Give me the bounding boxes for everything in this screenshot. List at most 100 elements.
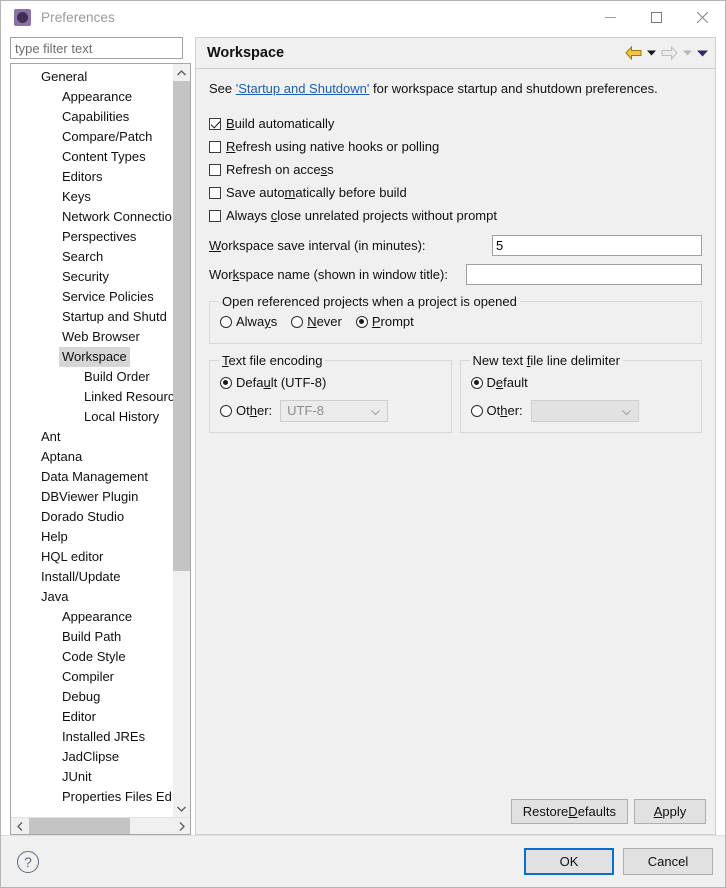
- open-referenced-option-never[interactable]: Never: [291, 310, 342, 333]
- tree-scroll-thumb[interactable]: [173, 81, 190, 571]
- tree-item-search[interactable]: Search: [11, 247, 173, 267]
- tree-item-label: Web Browser: [62, 329, 140, 344]
- tree-item-startup-and-shutd[interactable]: Startup and Shutd: [11, 307, 173, 327]
- scroll-down-icon[interactable]: [173, 800, 190, 817]
- encoding-default-radio[interactable]: Default (UTF-8): [220, 371, 441, 394]
- workspace-save-interval-label: Workspace save interval (in minutes):: [209, 238, 426, 253]
- tree-item-label: JUnit: [62, 769, 92, 784]
- scroll-up-icon[interactable]: [173, 64, 190, 81]
- checkbox-group: Build automatically Refresh using native …: [209, 112, 702, 227]
- encoding-combo[interactable]: UTF-8: [280, 399, 389, 422]
- tree-item-local-history[interactable]: Local History: [11, 407, 173, 427]
- tree-item-install-update[interactable]: Install/Update: [11, 567, 173, 587]
- tree-item-code-style[interactable]: Code Style: [11, 647, 173, 667]
- tree-item-jadclipse[interactable]: JadClipse: [11, 747, 173, 767]
- tree-item-label: Java: [41, 589, 69, 604]
- tree-vertical-scrollbar[interactable]: [173, 64, 190, 817]
- preferences-dialog: Preferences General Appearance Capabilitie…: [0, 0, 726, 888]
- apply-button[interactable]: Apply: [634, 799, 706, 824]
- tree-item-properties-files-ed[interactable]: Properties Files Ed: [11, 787, 173, 807]
- startup-shutdown-link[interactable]: 'Startup and Shutdown': [236, 81, 370, 96]
- open-referenced-option-always[interactable]: Always: [220, 310, 277, 333]
- scroll-right-icon[interactable]: [173, 818, 190, 834]
- tree-item-compiler[interactable]: Compiler: [11, 667, 173, 687]
- tree-item-service-policies[interactable]: Service Policies: [11, 287, 173, 307]
- tree-item-label: Appearance: [62, 609, 133, 624]
- checkbox-refresh-using-native-hooks-or-polling[interactable]: Refresh using native hooks or polling: [209, 135, 702, 158]
- radio-indicator: [355, 315, 368, 328]
- page-menu-chevron-down-icon[interactable]: [697, 50, 708, 57]
- tree-item-security[interactable]: Security: [11, 267, 173, 287]
- tree-item-capabilities[interactable]: Capabilities: [11, 107, 173, 127]
- radio-indicator: [291, 315, 304, 328]
- tree-item-perspectives[interactable]: Perspectives: [11, 227, 173, 247]
- tree-item-data-management[interactable]: Data Management: [11, 467, 173, 487]
- tree-item-build-order[interactable]: Build Order: [11, 367, 173, 387]
- delimiter-combo[interactable]: [530, 399, 639, 422]
- tree-item-label: Editor: [62, 709, 96, 724]
- tree-item-junit[interactable]: JUnit: [11, 767, 173, 787]
- restore-defaults-button[interactable]: Restore Defaults: [510, 799, 628, 824]
- tree-item-installed-jres[interactable]: Installed JREs: [11, 727, 173, 747]
- checkbox-always-close-unrelated-projects-without-prompt[interactable]: Always close unrelated projects without …: [209, 204, 702, 227]
- preference-page: Workspace See 'Startup and Shutdown' for…: [195, 37, 716, 835]
- text-file-encoding-group: Text file encoding Default (UTF-8) Other…: [209, 353, 452, 433]
- tree-item-content-types[interactable]: Content Types: [11, 147, 173, 167]
- tree-item-dorado-studio[interactable]: Dorado Studio: [11, 507, 173, 527]
- tree-item-java[interactable]: Java: [11, 587, 173, 607]
- maximize-icon[interactable]: [633, 1, 679, 34]
- checkbox-refresh-on-access[interactable]: Refresh on access: [209, 158, 702, 181]
- minimize-icon[interactable]: [587, 1, 633, 34]
- encoding-default-label: Default (UTF-8): [236, 375, 327, 390]
- encoding-combo-value: UTF-8: [287, 403, 324, 418]
- tree-item-workspace[interactable]: Workspace: [11, 347, 173, 367]
- encoding-other-radio[interactable]: Other: UTF-8: [220, 399, 441, 422]
- tree-item-aptana[interactable]: Aptana: [11, 447, 173, 467]
- tree-item-debug[interactable]: Debug: [11, 687, 173, 707]
- tree-item-appearance[interactable]: Appearance: [11, 607, 173, 627]
- checkbox-indicator: [209, 186, 221, 199]
- ok-button[interactable]: OK: [524, 848, 614, 875]
- encoding-other-label: Other:: [236, 403, 273, 418]
- tree-item-web-browser[interactable]: Web Browser: [11, 327, 173, 347]
- tree-item-general[interactable]: General: [11, 67, 173, 87]
- workspace-save-interval-input[interactable]: [492, 235, 702, 256]
- tree-hscroll-thumb[interactable]: [29, 818, 130, 834]
- help-question-icon[interactable]: ?: [17, 850, 39, 873]
- tree-item-appearance[interactable]: Appearance: [11, 87, 173, 107]
- tree-item-help[interactable]: Help: [11, 527, 173, 547]
- checkbox-label: Save automatically before build: [226, 185, 407, 200]
- tree-item-label: Ant: [41, 429, 61, 444]
- checkbox-build-automatically[interactable]: Build automatically: [209, 112, 702, 135]
- tree-horizontal-scrollbar[interactable]: [11, 817, 190, 834]
- delimiter-other-radio[interactable]: Other:: [470, 399, 692, 422]
- checkbox-save-automatically-before-build[interactable]: Save automatically before build: [209, 181, 702, 204]
- tree-item-ant[interactable]: Ant: [11, 427, 173, 447]
- tree-item-network-connectio[interactable]: Network Connectio: [11, 207, 173, 227]
- tree-item-linked-resourc[interactable]: Linked Resourc: [11, 387, 173, 407]
- tree-item-compare-patch[interactable]: Compare/Patch: [11, 127, 173, 147]
- tree-item-label: General: [41, 69, 88, 84]
- page-navigation: [620, 46, 708, 60]
- back-arrow-icon[interactable]: [625, 46, 642, 60]
- open-referenced-legend: Open referenced projects when a project …: [219, 294, 520, 309]
- delimiter-default-radio[interactable]: Default: [470, 371, 692, 394]
- back-history-chevron-down-icon[interactable]: [647, 50, 656, 56]
- tree-item-editor[interactable]: Editor: [11, 707, 173, 727]
- cancel-button[interactable]: Cancel: [623, 848, 713, 875]
- workspace-name-input[interactable]: [466, 264, 702, 285]
- page-footer: Restore Defaults Apply: [196, 799, 715, 834]
- tree-item-build-path[interactable]: Build Path: [11, 627, 173, 647]
- tree-item-label: Install/Update: [41, 569, 121, 584]
- tree-item-label: Linked Resourc: [84, 389, 173, 404]
- tree-item-editors[interactable]: Editors: [11, 167, 173, 187]
- radio-label: Never: [307, 314, 342, 329]
- tree-item-dbviewer-plugin[interactable]: DBViewer Plugin: [11, 487, 173, 507]
- tree-item-keys[interactable]: Keys: [11, 187, 173, 207]
- scroll-left-icon[interactable]: [11, 818, 28, 834]
- close-icon[interactable]: [679, 1, 725, 34]
- search-input[interactable]: [10, 37, 183, 59]
- preferences-gear-icon: [14, 9, 31, 26]
- open-referenced-option-prompt[interactable]: Prompt: [355, 310, 414, 333]
- tree-item-hql-editor[interactable]: HQL editor: [11, 547, 173, 567]
